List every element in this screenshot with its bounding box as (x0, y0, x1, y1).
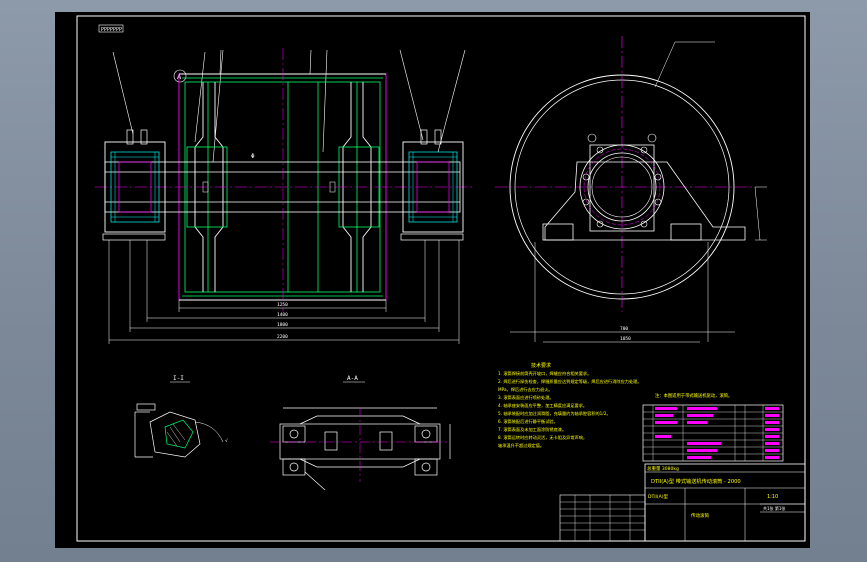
tech-note-9: 8. 滚筒运转时应转动灵活，无卡阻及异常声响， (498, 434, 587, 441)
dim-5: 700 (620, 326, 628, 332)
bill-of-materials: 注：本图适用于带式输送机驱动，滚筒。 (642, 392, 784, 462)
cad-drawing: PPPPPPP A Φ 1250 1400 1800 2200 700 1050… (76, 15, 806, 542)
title-block: 总重量 3080kg DTII(A)型 带式输送机传动滚筒 - 2000 DTI… (644, 463, 806, 542)
section-label-A: A-A (347, 375, 358, 382)
svg-text:√: √ (225, 438, 228, 444)
dim-3: 1800 (277, 322, 288, 328)
drawing-border (76, 15, 806, 542)
front-section-view: A Φ 1250 1400 1800 2200 (95, 48, 475, 344)
tech-note-3: MPa，焊后进行去应力退火。 (498, 386, 553, 393)
detail-I-I: I-I √ (134, 375, 228, 458)
detail-A-A: A-A (270, 375, 451, 491)
title-block-sheet: 共1张 第1张 (763, 505, 785, 511)
title-block-scale: 1:10 (767, 494, 778, 500)
right-bearing-housing (400, 129, 464, 241)
dim-1: 1250 (277, 302, 288, 308)
title-block-code: DTII(A)型 (648, 493, 668, 500)
dim-6: 1050 (620, 336, 631, 342)
tech-title: 技术要求 (531, 362, 551, 369)
cad-model-viewport[interactable]: PPPPPPP A Φ 1250 1400 1800 2200 700 1050… (55, 12, 810, 548)
title-block-desc: 传动滚筒 (691, 512, 709, 519)
tech-note-2: 2. 焊后进行探伤检查，焊缝质量应达到规定等级，焊后应进行消除应力处理。 (498, 378, 642, 385)
dim-4: 2200 (277, 334, 288, 340)
bom-note: 注：本图适用于带式输送机驱动，滚筒。 (655, 392, 732, 399)
corner-stamp: PPPPPPP (101, 27, 122, 33)
title-block-name: DTII(A)型 带式输送机传动滚筒 - 2000 (651, 477, 741, 485)
end-view: 700 1050 (495, 36, 767, 343)
section-label-I: I-I (173, 375, 184, 382)
tech-note-8: 7. 滚筒表面及未加工面涂防锈底漆。 (498, 426, 566, 433)
left-bearing-housing (102, 129, 166, 241)
tech-note-10: 轴承温升不超过规定值。 (498, 442, 544, 449)
tech-note-6: 5. 轴承装配时应加注润滑脂，充填量约为轴承腔容积的1/2。 (498, 410, 611, 417)
signature-grid (559, 494, 646, 542)
technical-requirements: 技术要求 1. 滚筒焊接前筒壳开坡口，焊缝应符合相关要求。 2. 焊后进行探伤检… (498, 362, 642, 449)
tech-note-7: 6. 滚筒装配后进行静平衡试验。 (498, 418, 558, 425)
tech-note-5: 4. 轴承座安装面应平整，加工精度应满足要求。 (498, 402, 587, 409)
weight-label: 总重量 3080kg (647, 465, 679, 472)
tech-note-4: 3. 滚筒表面应进行喷砂处理。 (498, 394, 554, 401)
dim-2: 1400 (277, 312, 288, 318)
svg-text:Φ: Φ (251, 153, 255, 160)
tech-note-1: 1. 滚筒焊接前筒壳开坡口，焊缝应符合相关要求。 (498, 370, 591, 377)
